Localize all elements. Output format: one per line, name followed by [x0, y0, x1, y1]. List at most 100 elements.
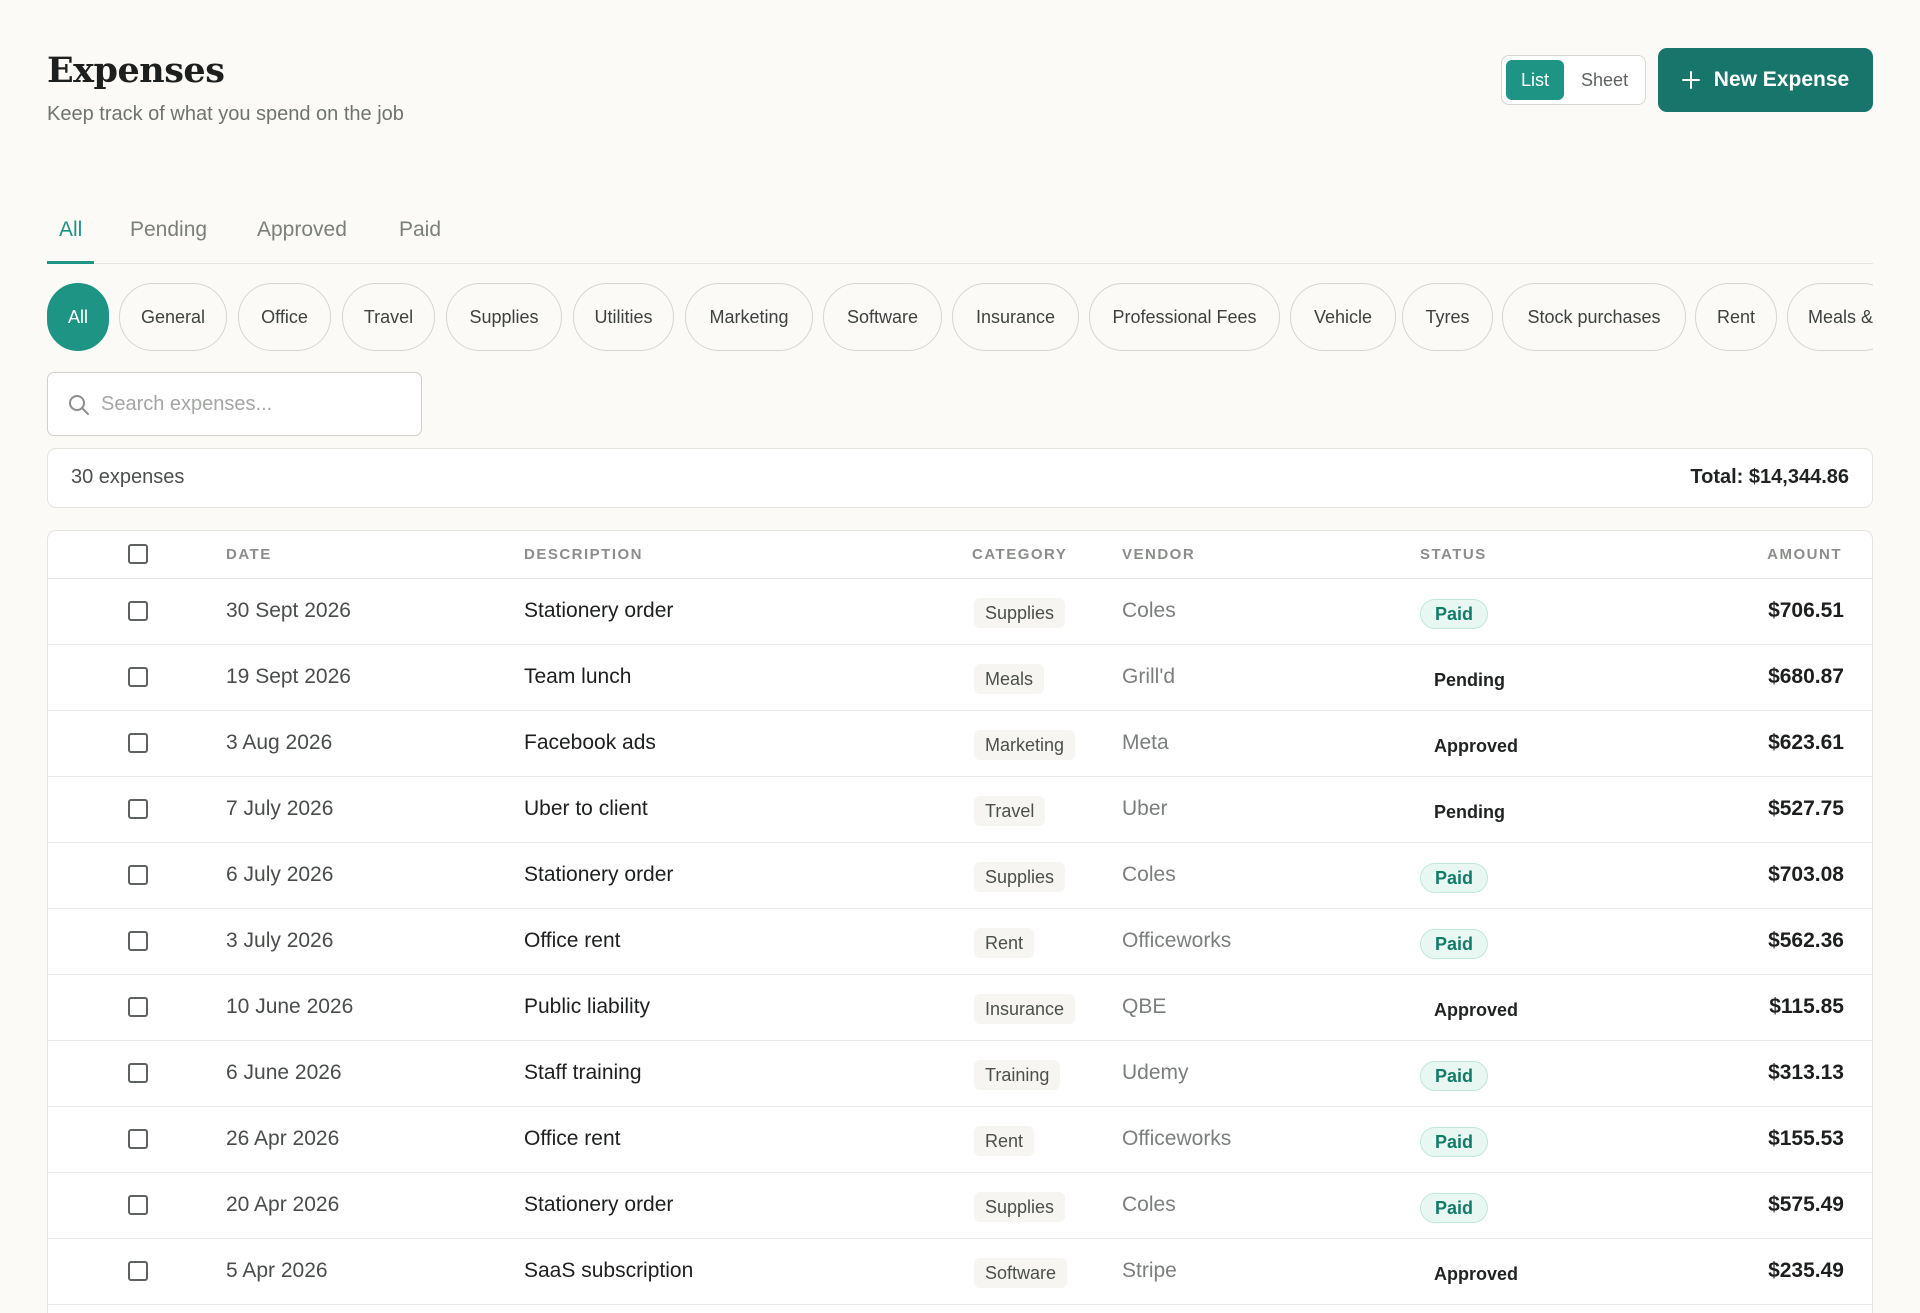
- expenses-table: DATE DESCRIPTION CATEGORY VENDOR STATUS …: [47, 530, 1873, 1313]
- row-checkbox[interactable]: [128, 1261, 148, 1281]
- table-row[interactable]: 30 Sept 2026 Stationery order Supplies Cole…: [48, 579, 1872, 645]
- category-chip-utilities[interactable]: Utilities: [573, 283, 674, 351]
- row-checkbox[interactable]: [128, 865, 148, 885]
- column-header-date[interactable]: DATE: [226, 546, 272, 563]
- row-checkbox[interactable]: [128, 1129, 148, 1149]
- expense-vendor: Officeworks: [1122, 1127, 1232, 1150]
- expense-description: Uber to client: [524, 797, 648, 820]
- category-filter: All General Office Travel Supplies Utili…: [47, 283, 1873, 351]
- status-badge: Paid: [1420, 1127, 1489, 1157]
- table-row[interactable]: 3 July 2026 Office rent Rent Officeworks Pai…: [48, 909, 1872, 975]
- row-checkbox[interactable]: [128, 667, 148, 687]
- category-chip-tyres[interactable]: Tyres: [1402, 283, 1493, 351]
- category-chip-stock-purchases[interactable]: Stock purchases: [1502, 283, 1686, 351]
- row-checkbox[interactable]: [128, 1063, 148, 1083]
- table-body: 30 Sept 2026 Stationery order Supplies Cole…: [48, 579, 1872, 1305]
- row-checkbox[interactable]: [128, 1195, 148, 1215]
- new-expense-button[interactable]: New Expense: [1658, 48, 1873, 112]
- expense-amount: $527.75: [1768, 797, 1844, 820]
- expense-amount: $703.08: [1768, 863, 1844, 886]
- page-subtitle: Keep track of what you spend on the job: [47, 103, 404, 125]
- expense-vendor: Coles: [1122, 863, 1176, 886]
- expense-date: 7 July 2026: [226, 797, 334, 820]
- tab-approved[interactable]: Approved: [257, 218, 347, 264]
- row-checkbox[interactable]: [128, 931, 148, 951]
- category-badge: Supplies: [974, 862, 1066, 892]
- status-badge: Paid: [1420, 929, 1489, 959]
- category-badge: Supplies: [974, 1192, 1066, 1222]
- expense-date: 3 Aug 2026: [226, 731, 333, 754]
- list-view-button[interactable]: List: [1506, 60, 1565, 100]
- expense-description: Stationery order: [524, 863, 674, 886]
- expense-amount: $313.13: [1768, 1061, 1844, 1084]
- category-chip-travel[interactable]: Travel: [342, 283, 435, 351]
- column-header-amount[interactable]: AMOUNT: [1767, 546, 1842, 563]
- category-badge: Insurance: [974, 994, 1076, 1024]
- plus-icon: [1681, 71, 1700, 89]
- category-chip-meals[interactable]: Meals &: [1787, 283, 1873, 351]
- status-badge: Approved: [1434, 1000, 1519, 1020]
- expense-vendor: Coles: [1122, 1193, 1176, 1216]
- status-badge: Paid: [1420, 863, 1489, 893]
- category-chip-professional-fees[interactable]: Professional Fees: [1089, 283, 1280, 351]
- table-row[interactable]: 20 Apr 2026 Stationery order Supplies Coles…: [48, 1173, 1872, 1239]
- table-row[interactable]: 26 Apr 2026 Office rent Rent Officeworks Pai…: [48, 1107, 1872, 1173]
- table-row[interactable]: 6 June 2026 Staff training Training Udemy Pa…: [48, 1041, 1872, 1107]
- row-checkbox[interactable]: [128, 601, 148, 621]
- category-chip-supplies[interactable]: Supplies: [446, 283, 562, 351]
- expense-amount: $680.87: [1768, 665, 1844, 688]
- expense-date: 6 July 2026: [226, 863, 334, 886]
- column-header-category[interactable]: CATEGORY: [972, 546, 1067, 563]
- category-chip-general[interactable]: General: [119, 283, 227, 351]
- category-badge: Marketing: [974, 730, 1076, 760]
- expense-amount: $115.85: [1769, 995, 1844, 1018]
- category-chip-rent[interactable]: Rent: [1695, 283, 1777, 351]
- expense-vendor: QBE: [1122, 995, 1167, 1018]
- row-checkbox[interactable]: [128, 997, 148, 1017]
- tab-paid[interactable]: Paid: [399, 218, 441, 264]
- search-input[interactable]: [101, 385, 401, 423]
- status-badge: Paid: [1420, 599, 1489, 629]
- column-header-status[interactable]: STATUS: [1420, 546, 1487, 563]
- table-row[interactable]: 6 July 2026 Stationery order Supplies Coles…: [48, 843, 1872, 909]
- expense-date: 19 Sept 2026: [226, 665, 351, 688]
- expense-description: Staff training: [524, 1061, 642, 1084]
- tab-all[interactable]: All: [47, 218, 95, 264]
- tab-pending[interactable]: Pending: [130, 218, 207, 264]
- expense-vendor: Officeworks: [1122, 929, 1232, 952]
- column-header-description[interactable]: DESCRIPTION: [524, 546, 643, 563]
- expense-vendor: Udemy: [1122, 1061, 1189, 1084]
- expense-description: Office rent: [524, 1127, 621, 1150]
- table-row[interactable]: 10 June 2026 Public liability Insurance QBE…: [48, 975, 1872, 1041]
- sheet-view-button[interactable]: Sheet: [1568, 60, 1641, 100]
- expense-date: 30 Sept 2026: [226, 599, 351, 622]
- select-all-checkbox[interactable]: [128, 544, 148, 564]
- status-badge: Pending: [1434, 670, 1505, 690]
- search-box: [47, 372, 422, 436]
- category-chip-all[interactable]: All: [47, 283, 109, 351]
- expense-description: SaaS subscription: [524, 1259, 694, 1282]
- category-chip-software[interactable]: Software: [823, 283, 942, 351]
- table-row[interactable]: 5 Apr 2026 SaaS subscription Software Strip…: [48, 1239, 1872, 1305]
- column-header-vendor[interactable]: VENDOR: [1122, 546, 1195, 563]
- expense-amount: $623.61: [1768, 731, 1844, 754]
- expense-count: 30 expenses: [71, 466, 185, 488]
- table-row[interactable]: 19 Sept 2026 Team lunch Meals Grill'd Pendin…: [48, 645, 1872, 711]
- expense-date: 5 Apr 2026: [226, 1259, 328, 1282]
- category-chip-marketing[interactable]: Marketing: [685, 283, 813, 351]
- table-row[interactable]: 7 July 2026 Uber to client Travel Uber Pendi…: [48, 777, 1872, 843]
- expense-date: 6 June 2026: [226, 1061, 342, 1084]
- table-row[interactable]: 3 Aug 2026 Facebook ads Marketing Meta Appro…: [48, 711, 1872, 777]
- expense-date: 26 Apr 2026: [226, 1127, 340, 1150]
- category-badge: Rent: [974, 928, 1035, 958]
- expense-date: 3 July 2026: [226, 929, 334, 952]
- row-checkbox[interactable]: [128, 733, 148, 753]
- category-chip-office[interactable]: Office: [238, 283, 331, 351]
- category-chip-insurance[interactable]: Insurance: [952, 283, 1079, 351]
- expense-date: 10 June 2026: [226, 995, 354, 1018]
- expense-vendor: Meta: [1122, 731, 1169, 754]
- search-icon: [69, 395, 89, 415]
- row-checkbox[interactable]: [128, 799, 148, 819]
- expense-vendor: Coles: [1122, 599, 1176, 622]
- category-chip-vehicle[interactable]: Vehicle: [1290, 283, 1396, 351]
